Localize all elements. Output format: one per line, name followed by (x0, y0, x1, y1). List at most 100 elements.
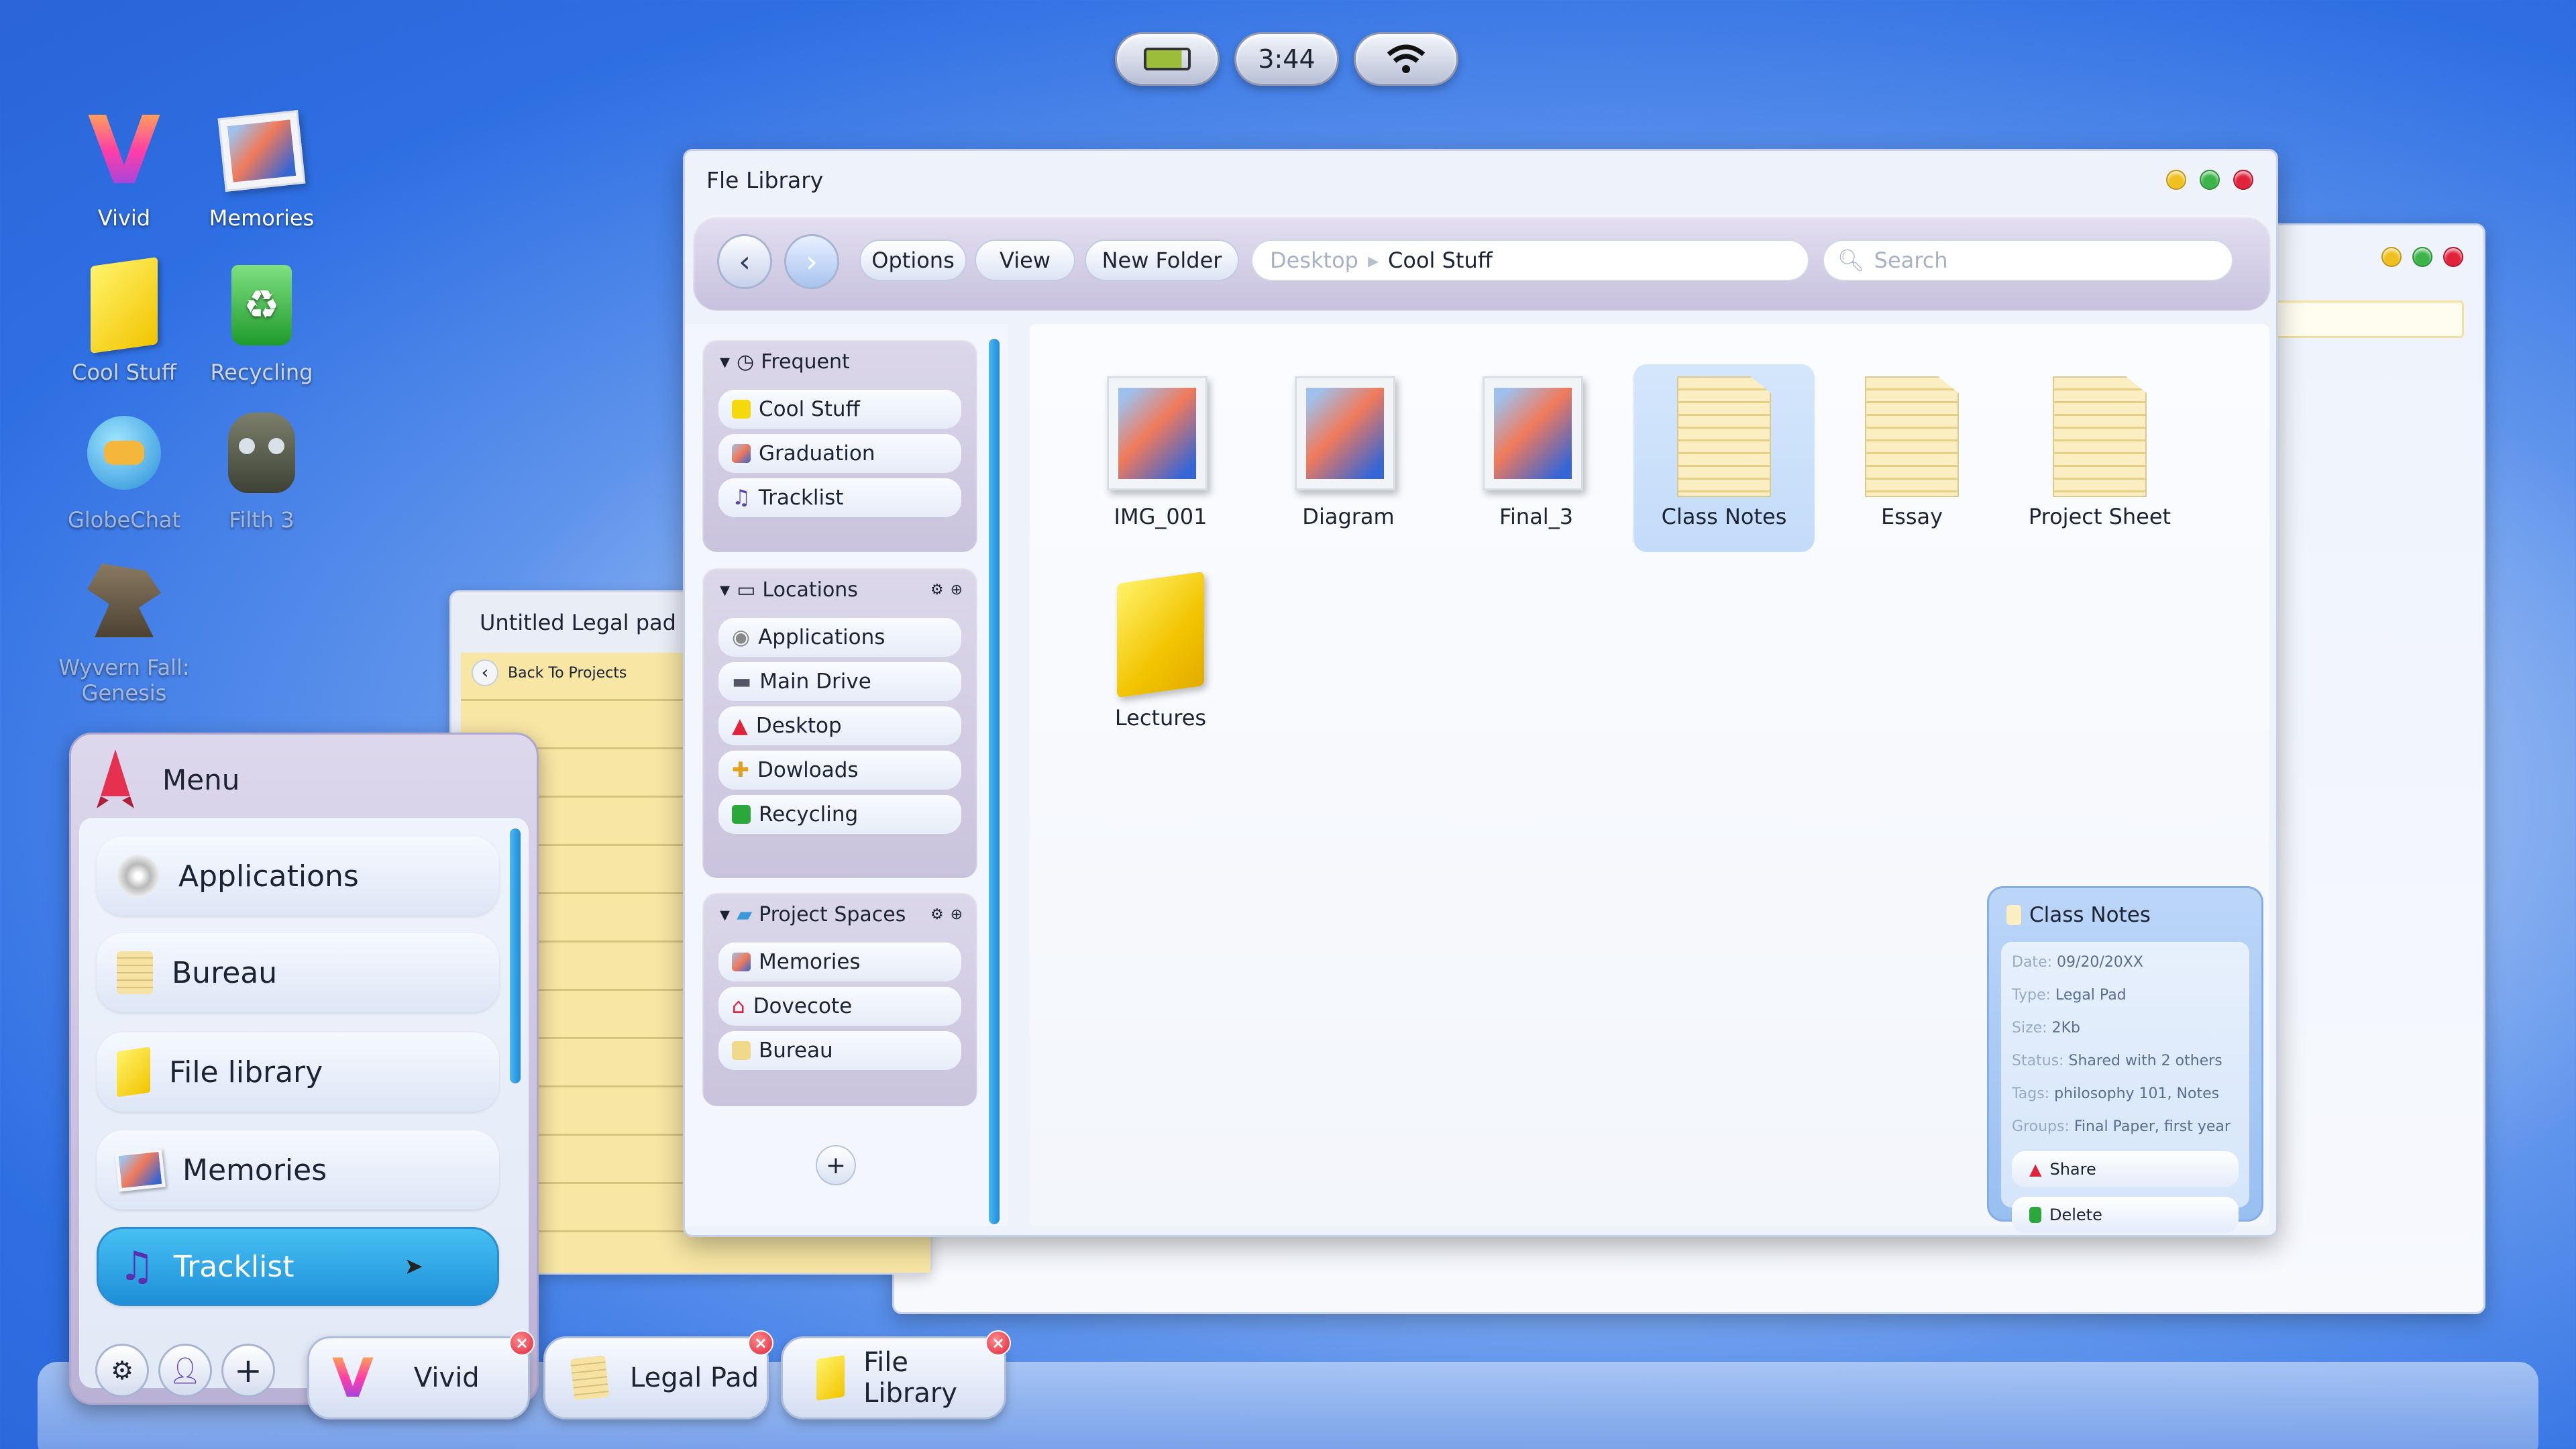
info-size: Size: 2Kb (2012, 1020, 2249, 1036)
sidebar-item-cool-stuff[interactable]: Cool Stuff (718, 390, 961, 429)
new-folder-button[interactable]: New Folder (1085, 239, 1239, 281)
close-button[interactable] (2233, 170, 2253, 190)
desktop-icon-label: Vivid (97, 205, 151, 231)
taskbar-item-vivid[interactable]: V Vivid × (307, 1330, 535, 1419)
add-project-space-button[interactable]: + (816, 1145, 856, 1185)
settings-icon[interactable]: ⚙ (930, 906, 944, 923)
file-label: Class Notes (1661, 504, 1787, 529)
info-title: Class Notes (2029, 903, 2151, 927)
applications-icon: ◉ (732, 625, 751, 649)
sidebar-item-recycling[interactable]: Recycling (718, 795, 961, 834)
rocket-icon: ▲ (732, 714, 748, 738)
close-button[interactable] (2443, 247, 2463, 267)
clock[interactable]: 3:44 (1234, 32, 1339, 86)
file-img-001[interactable]: IMG_001 (1070, 364, 1251, 552)
file-label: IMG_001 (1114, 504, 1208, 529)
back-to-projects-button[interactable]: ‹ Back To Projects (472, 659, 627, 686)
file-library-window[interactable]: Fle Library ‹ › Options View New Folder … (683, 149, 2278, 1237)
search-input[interactable]: 🔍︎ Search (1823, 239, 2233, 281)
file-project-sheet[interactable]: Project Sheet (2009, 364, 2190, 552)
sidebar-group-header[interactable]: ▾ ▰ Project Spaces ⚙ ⊕ (702, 892, 977, 937)
notepad-icon (117, 951, 153, 994)
info-value: 09/20/20XX (2057, 954, 2143, 971)
battery-indicator[interactable] (1115, 32, 1220, 86)
close-icon[interactable]: × (985, 1330, 1011, 1356)
sidebar-item-dovecote[interactable]: ⌂ Dovecote (718, 987, 961, 1026)
add-button[interactable]: + (221, 1344, 275, 1397)
close-icon[interactable]: × (748, 1330, 773, 1356)
forward-button[interactable]: › (784, 234, 839, 289)
sidebar-item-applications[interactable]: ◉ Applications (718, 618, 961, 657)
desktop-icon-wyvern-fall[interactable]: Wyvern Fall: Genesis (57, 550, 191, 706)
settings-icon[interactable]: ⚙ (930, 582, 944, 598)
sidebar-item-tracklist[interactable]: ♫ Tracklist (718, 478, 961, 517)
sidebar-item-downloads[interactable]: ✚ Dowloads (718, 751, 961, 790)
maximize-button[interactable] (2412, 247, 2432, 267)
file-lectures[interactable]: Lectures (1070, 566, 1251, 753)
sidebar-group-locations: ▾ ▭ Locations ⚙ ⊕ ◉ Applications ▬ Main Drive … (702, 567, 977, 878)
image-icon (1107, 376, 1208, 490)
photos-icon (115, 1148, 166, 1192)
desktop-icon-vivid[interactable]: V Vivid (57, 97, 191, 231)
maximize-button[interactable] (2200, 170, 2220, 190)
desktop-icon-cool-stuff[interactable]: Cool Stuff (57, 255, 191, 385)
info-value: Final Paper, first year (2074, 1118, 2231, 1135)
menu-item-memories[interactable]: Memories (97, 1130, 499, 1210)
sidebar-item-main-drive[interactable]: ▬ Main Drive (718, 662, 961, 701)
menu-item-tracklist[interactable]: ♫ Tracklist ➤ (97, 1227, 499, 1306)
project-space-icon: ▰ (737, 902, 753, 926)
file-diagram[interactable]: Diagram (1258, 364, 1439, 552)
path-parent[interactable]: Desktop (1270, 248, 1358, 273)
taskbar-item-legal-pad[interactable]: Legal Pad × (543, 1330, 773, 1419)
sidebar-scrollbar[interactable] (989, 339, 1000, 1224)
close-icon[interactable]: × (509, 1330, 535, 1356)
share-button[interactable]: ▲ Share (2012, 1151, 2239, 1187)
file-essay[interactable]: Essay (1821, 364, 2002, 552)
menu-scrollbar[interactable] (510, 828, 521, 1083)
info-header: Class Notes (2006, 903, 2151, 927)
user-button[interactable]: 👤︎ (158, 1344, 212, 1397)
sidebar-group-header[interactable]: ▾ ▭ Locations ⚙ ⊕ (702, 567, 977, 612)
desktop-icon-filth-3[interactable]: Filth 3 (195, 402, 329, 533)
menu-item-applications[interactable]: Applications (97, 837, 499, 916)
delete-label: Delete (2049, 1205, 2102, 1224)
vivid-icon: V (332, 1346, 374, 1409)
file-label: Diagram (1302, 504, 1395, 529)
desktop-icon-memories[interactable]: Memories (195, 101, 329, 231)
sidebar-group-header[interactable]: ▾ ◷ Frequent (702, 339, 977, 384)
desktop-icon-recycling[interactable]: ♻ Recycling (195, 255, 329, 385)
desktop-icon-label: GlobeChat (67, 507, 181, 533)
document-icon (2053, 376, 2147, 497)
settings-button[interactable]: ⚙ (95, 1344, 149, 1397)
path-current[interactable]: Cool Stuff (1388, 248, 1493, 273)
delete-button[interactable]: Delete (2012, 1197, 2239, 1233)
back-button[interactable]: ‹ (717, 234, 772, 289)
battery-icon (1144, 48, 1191, 70)
info-key: Date: (2012, 954, 2052, 971)
rocket-icon (97, 749, 134, 808)
info-value: Shared with 2 others (2068, 1053, 2222, 1069)
sidebar-item-memories[interactable]: Memories (718, 943, 961, 981)
add-icon[interactable]: ⊕ (951, 906, 963, 923)
background-window-field[interactable] (2263, 301, 2464, 338)
desktop-icon-globechat[interactable]: GlobeChat (57, 402, 191, 533)
minimize-button[interactable] (2166, 170, 2186, 190)
sidebar-group-frequent: ▾ ◷ Frequent Cool Stuff Graduation ♫ Trackl… (702, 339, 977, 552)
sidebar-item-bureau[interactable]: Bureau (718, 1031, 961, 1070)
view-button[interactable]: View (975, 239, 1075, 281)
desktop-icon-label: Cool Stuff (72, 360, 176, 385)
taskbar-item-label: Vivid (413, 1362, 480, 1393)
file-final-3[interactable]: Final_3 (1446, 364, 1627, 552)
wifi-indicator[interactable] (1354, 32, 1458, 86)
path-bar[interactable]: Desktop ▸ Cool Stuff (1251, 239, 1809, 281)
options-button[interactable]: Options (859, 239, 967, 281)
minimize-button[interactable] (2381, 247, 2402, 267)
file-class-notes[interactable]: Class Notes (1633, 364, 1815, 552)
menu-item-bureau[interactable]: Bureau (97, 933, 499, 1012)
add-icon[interactable]: ⊕ (951, 582, 963, 598)
menu-item-file-library[interactable]: File library (97, 1032, 499, 1112)
taskbar-item-file-library[interactable]: File Library × (781, 1330, 1011, 1419)
sidebar-item-desktop[interactable]: ▲ Desktop (718, 706, 961, 745)
menu-item-label: Memories (182, 1152, 327, 1187)
sidebar-item-graduation[interactable]: Graduation (718, 434, 961, 473)
